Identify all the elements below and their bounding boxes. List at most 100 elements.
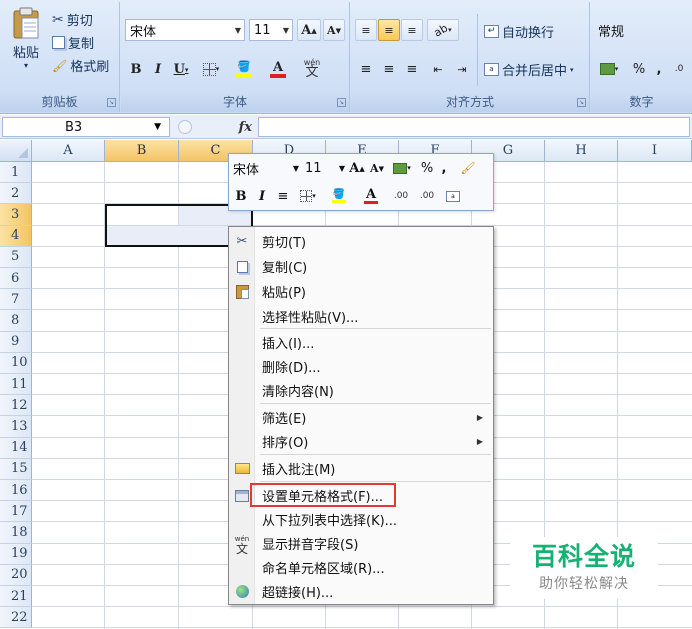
row-header[interactable]: 4 <box>0 225 32 247</box>
formula-cancel-icon[interactable] <box>178 120 192 134</box>
accounting-format-button[interactable]: ▾ <box>594 58 624 80</box>
insert-function-button[interactable]: fx <box>239 120 252 135</box>
align-right-button[interactable]: ≡ <box>401 58 423 80</box>
row-header[interactable]: 8 <box>0 310 32 332</box>
percent-button[interactable]: % <box>629 58 649 80</box>
shrink-font-button[interactable]: A ▼ <box>323 19 345 41</box>
menu-item-clear-contents[interactable]: 清除内容(N) <box>229 378 493 403</box>
menu-item-pick-from-list[interactable]: 从下拉列表中选择(K)... <box>229 507 493 532</box>
menu-item-define-name[interactable]: 命名单元格区域(R)... <box>229 555 493 580</box>
menu-item-copy[interactable]: 复制(C) <box>229 254 493 279</box>
menu-item-filter[interactable]: 筛选(E) ▶ <box>229 405 493 430</box>
name-box[interactable]: B3 ▼ <box>2 117 170 137</box>
mini-shrink-font-button[interactable]: A ▼ <box>368 158 386 178</box>
phonetic-button[interactable]: wén 文 <box>297 58 327 80</box>
row-header[interactable]: 20 <box>0 564 32 586</box>
row-header[interactable]: 16 <box>0 480 32 502</box>
row-header[interactable]: 21 <box>0 586 32 608</box>
menu-item-paste[interactable]: 粘贴(P) <box>229 279 493 304</box>
row-header[interactable]: 14 <box>0 437 32 459</box>
column-header[interactable]: B <box>105 140 179 162</box>
row-header[interactable]: 19 <box>0 543 32 565</box>
row-header[interactable]: 5 <box>0 246 32 268</box>
menu-item-insert-comment[interactable]: 插入批注(M) <box>229 456 493 481</box>
row-header[interactable]: 9 <box>0 331 32 353</box>
borders-button[interactable]: ▾ <box>197 58 225 80</box>
formula-input[interactable] <box>258 117 690 137</box>
mini-center-button[interactable]: ≡ <box>273 186 293 206</box>
mini-decrease-decimal-button[interactable]: .00 <box>415 186 439 206</box>
menu-item-delete[interactable]: 删除(D)... <box>229 354 493 379</box>
align-top-button[interactable]: ≡ <box>355 19 377 41</box>
number-format-combo[interactable]: 常规 <box>593 19 692 41</box>
alignment-launcher-icon[interactable]: ↘ <box>577 98 586 107</box>
row-header[interactable]: 3 <box>0 204 32 226</box>
mini-bold-button[interactable]: B <box>231 186 251 206</box>
row-header[interactable]: 17 <box>0 501 32 523</box>
align-bottom-button[interactable]: ≡ <box>401 19 423 41</box>
decrease-indent-button[interactable]: ⇤ <box>427 58 449 80</box>
mini-italic-button[interactable]: I <box>253 186 271 206</box>
row-header[interactable]: 12 <box>0 395 32 417</box>
align-left-button[interactable]: ≡ <box>355 58 377 80</box>
align-center-button[interactable]: ≡ <box>378 58 400 80</box>
menu-item-show-phonetic[interactable]: wén 文 显示拼音字段(S) <box>229 531 493 556</box>
paste-dropdown-icon[interactable]: ▾ <box>24 61 28 70</box>
row-header[interactable]: 6 <box>0 268 32 290</box>
mini-borders-button[interactable]: ▾ <box>295 186 321 206</box>
fill-color-button[interactable]: 🪣 <box>229 58 259 80</box>
mini-grow-font-button[interactable]: A ▲ <box>347 158 367 178</box>
row-header[interactable]: 1 <box>0 162 32 184</box>
row-header[interactable]: 7 <box>0 289 32 311</box>
menu-item-paste-special[interactable]: 选择性粘贴(V)... <box>229 304 493 329</box>
column-header[interactable]: I <box>618 140 692 162</box>
font-launcher-icon[interactable]: ↘ <box>337 98 346 107</box>
row-header[interactable]: 15 <box>0 458 32 480</box>
accounting-icon <box>393 162 408 174</box>
watermark-subtitle: 助你轻松解决 <box>539 576 629 592</box>
cut-button[interactable]: ✂ 剪切 <box>52 10 93 30</box>
row-header[interactable]: 13 <box>0 416 32 438</box>
merge-center-button[interactable]: a 合并后居中 ▾ <box>484 60 574 79</box>
row-header[interactable]: 18 <box>0 522 32 544</box>
underline-button[interactable]: U ▾ <box>169 58 193 80</box>
mini-accounting-button[interactable]: ▾ <box>388 158 416 178</box>
wrap-text-button[interactable]: ↵ 自动换行 <box>484 22 554 41</box>
clipboard-launcher-icon[interactable]: ↘ <box>107 98 116 107</box>
row-header[interactable]: 22 <box>0 607 32 629</box>
row-header[interactable]: 2 <box>0 183 32 205</box>
mini-merge-button[interactable]: a <box>441 186 465 206</box>
mini-fill-color-button[interactable]: 🪣 <box>325 186 353 206</box>
comma-button[interactable]: , <box>651 58 667 80</box>
font-size-combo[interactable]: 11 ▼ <box>249 19 293 41</box>
mini-font-size-combo[interactable]: 11 ▼ <box>303 158 347 178</box>
select-all-button[interactable] <box>0 140 32 162</box>
font-name-combo[interactable]: 宋体 ▼ <box>125 19 245 41</box>
mini-percent-button[interactable]: % <box>419 158 435 178</box>
increase-decimal-button[interactable]: .0 <box>669 58 689 80</box>
menu-item-hyperlink[interactable]: 超链接(H)... <box>229 579 493 604</box>
bold-button[interactable]: B <box>125 58 147 80</box>
merge-center-label: 合并后居中 <box>502 64 568 79</box>
column-header[interactable]: A <box>32 140 105 162</box>
orientation-button[interactable]: ab ▾ <box>427 19 459 41</box>
increase-indent-button[interactable]: ⇥ <box>451 58 473 80</box>
grow-font-button[interactable]: A ▲ <box>297 19 321 41</box>
menu-item-sort[interactable]: 排序(O) ▶ <box>229 429 493 454</box>
align-middle-button[interactable]: ≡ <box>378 19 400 41</box>
font-color-button[interactable]: A <box>263 58 293 80</box>
mini-comma-button[interactable]: , <box>437 158 451 178</box>
mini-font-color-button[interactable]: A <box>357 186 385 206</box>
mini-increase-decimal-button[interactable]: .00 <box>389 186 413 206</box>
format-painter-button[interactable]: 🖌 格式刷 <box>52 56 109 76</box>
menu-item-cut[interactable]: ✂ 剪切(T) <box>229 229 493 254</box>
mini-format-painter-button[interactable]: 🖌 <box>457 158 479 178</box>
row-header[interactable]: 11 <box>0 374 32 396</box>
column-header[interactable]: H <box>545 140 618 162</box>
paste-button[interactable]: 粘贴 ▾ <box>6 6 46 82</box>
row-header[interactable]: 10 <box>0 352 32 374</box>
mini-font-name-combo[interactable]: 宋体 ▼ <box>231 158 301 178</box>
copy-button[interactable]: 复制 <box>52 33 94 52</box>
menu-item-insert[interactable]: 插入(I)... <box>229 330 493 355</box>
italic-button[interactable]: I <box>148 58 168 80</box>
